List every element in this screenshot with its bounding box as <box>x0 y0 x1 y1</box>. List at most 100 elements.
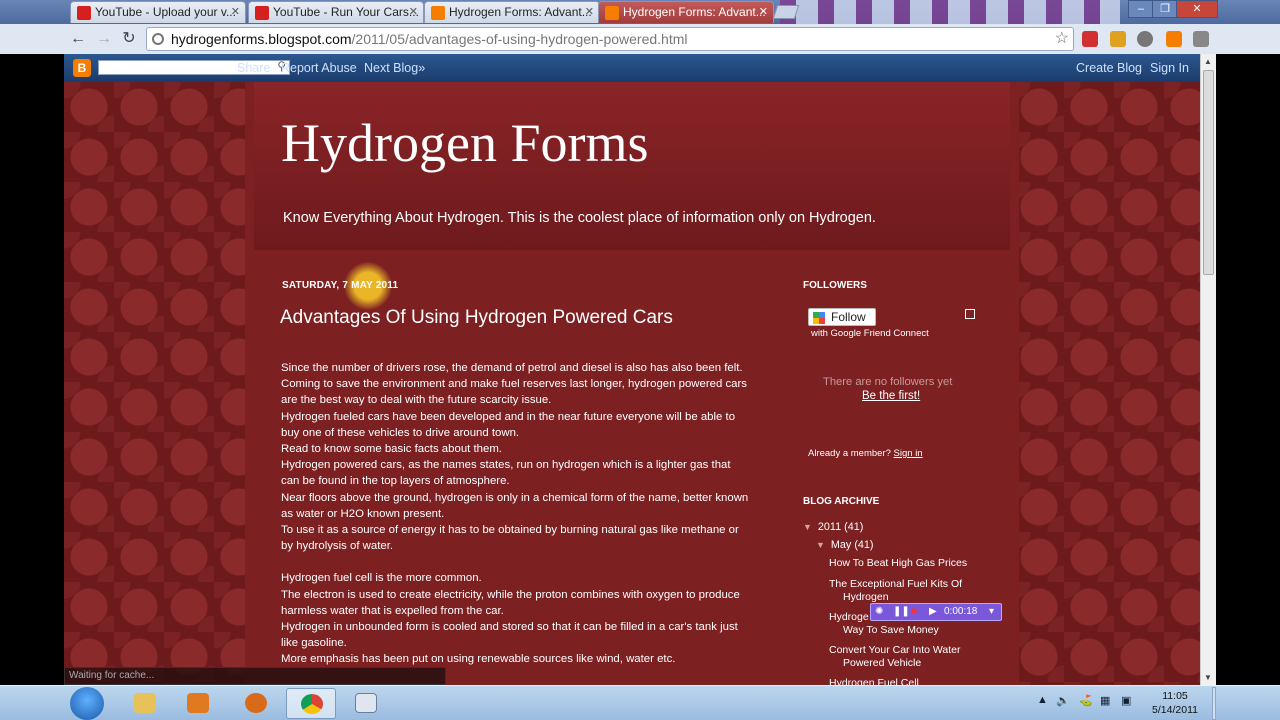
blogger-logo-icon[interactable]: B <box>73 59 91 77</box>
archive-post-link[interactable]: How To Beat High Gas Prices <box>829 557 979 570</box>
tray-expand-icon[interactable]: ▲ <box>1037 694 1048 706</box>
archive-year[interactable]: ▼ 2011 (41) <box>803 521 863 533</box>
scrollbar-thumb[interactable] <box>1203 70 1214 275</box>
new-tab-button[interactable] <box>772 5 800 19</box>
archive-post-link[interactable]: Convert Your Car Into Water Powered Vehi… <box>829 644 979 670</box>
blogger-icon <box>605 6 619 20</box>
wrench-icon[interactable] <box>1193 31 1209 47</box>
restore-button[interactable]: ❐ <box>1152 0 1178 18</box>
follow-label: Follow <box>831 310 866 324</box>
scroll-down-arrow-icon[interactable]: ▼ <box>1204 673 1212 682</box>
url-host: hydrogenforms.blogspot.com <box>171 31 352 47</box>
sidebar-sign-in-link[interactable]: Sign in <box>894 448 923 459</box>
gfc-text: with Google Friend Connect <box>811 328 929 339</box>
blogger-icon <box>431 6 445 20</box>
tab-youtube-run-cars[interactable]: YouTube - Run Your Cars... ✕ <box>248 1 424 23</box>
close-icon[interactable]: ✕ <box>231 2 240 22</box>
blogger-navbar: B ⚲ Share Report Abuse Next Blog» Create… <box>64 54 1200 82</box>
tab-label: YouTube - Run Your Cars... <box>273 5 419 19</box>
recorder-time: 0:00:18 <box>944 606 978 617</box>
archive-post-title: How To Beat High Gas Prices <box>829 557 968 569</box>
expand-triangle-icon[interactable]: ▼ <box>816 540 825 550</box>
tab-hydrogen-forms-active[interactable]: Hydrogen Forms: Advant... ✕ <box>598 1 774 23</box>
follow-button[interactable]: Follow <box>808 308 876 326</box>
forward-icon[interactable]: → <box>93 28 115 50</box>
theme-decoration <box>780 0 1120 24</box>
be-first-link[interactable]: Be the first! <box>862 390 920 402</box>
tab-label: Hydrogen Forms: Advant... <box>449 5 592 19</box>
post-title[interactable]: Advantages Of Using Hydrogen Powered Car… <box>280 307 673 329</box>
archive-post-title: The Exceptional Fuel Kits Of <box>829 578 963 590</box>
extension-icon[interactable] <box>1110 31 1126 47</box>
post-paragraph: The electron is used to create electrici… <box>281 588 740 617</box>
recorder-widget[interactable]: ✺ ❚❚ ■ ▶ 0:00:18 ▾ <box>870 603 1002 621</box>
minimize-button[interactable]: – <box>1128 0 1154 18</box>
recorder-menu-icon[interactable]: ▾ <box>989 604 994 620</box>
globe-icon <box>152 33 164 45</box>
close-icon[interactable]: ✕ <box>585 2 594 22</box>
reload-icon[interactable]: ↻ <box>118 28 140 50</box>
url-path: /2011/05/advantages-of-using-hydrogen-po… <box>351 31 688 47</box>
report-abuse-link[interactable]: Report Abuse <box>281 61 357 75</box>
tab-youtube-upload[interactable]: YouTube - Upload your v... ✕ <box>70 1 246 23</box>
window-app-icon <box>355 693 377 713</box>
window-close-button[interactable]: ✕ <box>1176 0 1218 18</box>
network-icon[interactable]: ▣ <box>1121 694 1131 707</box>
taskbar-firefox[interactable] <box>231 688 281 719</box>
create-blog-link[interactable]: Create Blog <box>1076 61 1142 75</box>
blog-title[interactable]: Hydrogen Forms <box>281 112 648 174</box>
taskbar-clock[interactable]: 11:05 5/14/2011 <box>1143 689 1207 717</box>
extension-icon[interactable] <box>1082 31 1098 47</box>
sign-in-link[interactable]: Sign In <box>1150 61 1189 75</box>
youtube-icon <box>77 6 91 20</box>
blog-archive-heading: BLOG ARCHIVE <box>803 496 880 507</box>
popout-icon[interactable] <box>965 309 975 319</box>
tab-label: YouTube - Upload your v... <box>95 5 236 19</box>
taskbar-app[interactable] <box>341 688 391 719</box>
post-paragraph: Hydrogen in unbounded form is cooled and… <box>281 621 738 650</box>
show-desktop-button[interactable] <box>1212 687 1216 720</box>
archive-month-label: May (41) <box>830 539 874 551</box>
vertical-scrollbar[interactable]: ▲ ▼ <box>1200 54 1216 685</box>
stop-icon[interactable]: ■ <box>911 604 917 620</box>
tray-icon[interactable]: ⛳ <box>1079 694 1093 707</box>
archive-post-link[interactable]: Hydrogen Fuel Cell <box>829 677 979 685</box>
post-paragraph: To use it as a source of energy it has t… <box>281 524 739 553</box>
clock-time: 11:05 <box>1162 690 1188 702</box>
scroll-up-arrow-icon[interactable]: ▲ <box>1204 57 1212 66</box>
volume-icon[interactable]: 🔈 <box>1056 694 1070 707</box>
close-icon[interactable]: ✕ <box>409 2 418 22</box>
tab-strip: YouTube - Upload your v... ✕ YouTube - R… <box>0 0 1280 24</box>
post-paragraph: Near floors above the ground, hydrogen i… <box>281 491 749 520</box>
archive-post-title-wrap: Way To Save Money <box>843 624 939 636</box>
close-icon[interactable]: ✕ <box>759 2 768 22</box>
pause-icon[interactable]: ❚❚ <box>893 604 910 620</box>
expand-triangle-icon[interactable]: ▼ <box>803 522 812 532</box>
extension-icon[interactable] <box>1137 31 1153 47</box>
back-icon[interactable]: ← <box>67 28 89 50</box>
post-paragraph: Hydrogen fueled cars have been developed… <box>281 410 736 439</box>
bookmark-star-icon[interactable]: ☆ <box>1055 28 1069 50</box>
play-icon[interactable]: ▶ <box>929 604 937 620</box>
post-body: Since the number of drivers rose, the de… <box>281 360 751 668</box>
taskbar-media-player[interactable] <box>173 688 223 719</box>
archive-post-link[interactable]: The Exceptional Fuel Kits Of Hydrogen <box>829 578 979 604</box>
taskbar-chrome[interactable] <box>286 688 336 719</box>
taskbar-explorer[interactable] <box>120 688 170 719</box>
blogger-extension-icon[interactable] <box>1166 31 1182 47</box>
archive-month[interactable]: ▼ May (41) <box>816 539 874 551</box>
youtube-icon <box>255 6 269 20</box>
no-followers-text: There are no followers yet <box>823 376 953 388</box>
chrome-icon <box>301 694 323 714</box>
share-link[interactable]: Share <box>237 61 270 75</box>
tab-hydrogen-forms-1[interactable]: Hydrogen Forms: Advant... ✕ <box>424 1 600 23</box>
next-blog-link[interactable]: Next Blog» <box>364 61 425 75</box>
address-bar[interactable]: hydrogenforms.blogspot.com/2011/05/advan… <box>146 27 1074 51</box>
followers-heading: FOLLOWERS <box>803 280 867 291</box>
post-paragraph: Since the number of drivers rose, the de… <box>281 362 743 374</box>
post-paragraph: Hydrogen powered cars, as the names stat… <box>281 459 731 488</box>
start-button[interactable] <box>70 687 104 720</box>
tray-icon[interactable]: ▦ <box>1100 694 1110 707</box>
google-icon <box>813 312 825 324</box>
